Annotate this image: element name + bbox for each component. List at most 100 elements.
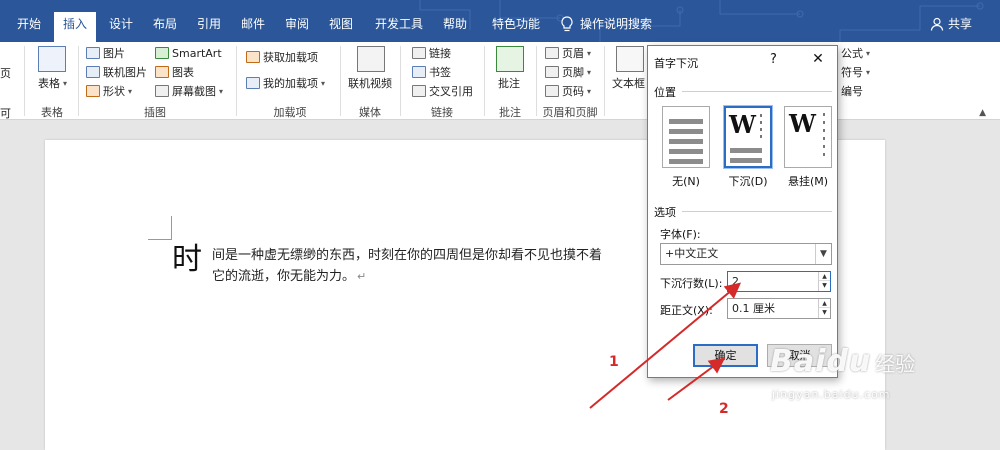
ok-button[interactable]: 确定 (693, 344, 758, 367)
position-none-label[interactable]: 无(N) (661, 173, 711, 189)
screenshot-icon (155, 85, 169, 97)
cross-reference-icon (412, 85, 426, 97)
pictures-button[interactable]: 图片 (86, 44, 125, 62)
online-picture-icon (86, 66, 100, 78)
margin-w-icon: W (789, 109, 816, 138)
group-label-addins: 加载项 (273, 106, 307, 119)
separator (340, 46, 341, 116)
header-button[interactable]: 页眉 ▾ (545, 44, 591, 62)
position-dropped-option[interactable]: W (724, 106, 772, 168)
spin-down-icon[interactable]: ▼ (819, 308, 830, 317)
lines-to-drop-value: 2 (732, 275, 739, 288)
symbol-label: 符号 (841, 66, 863, 79)
footer-label: 页脚 (562, 66, 584, 79)
position-none-option[interactable] (662, 106, 710, 168)
drop-cap-character[interactable]: 时 (172, 240, 202, 280)
tab-help[interactable]: 帮助 (436, 13, 474, 42)
smartart-button[interactable]: SmartArt (155, 44, 222, 62)
page-clipped-item[interactable]: 页 (0, 64, 11, 82)
tab-developer[interactable]: 开发工具 (370, 13, 428, 42)
margin-corner-mark (148, 216, 172, 240)
share-label: 共享 (947, 17, 972, 31)
header-label: 页眉 (562, 47, 584, 60)
get-addins-button[interactable]: 获取加载项 (246, 48, 318, 66)
font-value: +中文正文 (665, 247, 719, 260)
dash (823, 153, 825, 156)
comment-label: 批注 (498, 77, 520, 90)
screenshot-button[interactable]: 屏幕截图 ▾ (155, 82, 223, 100)
dash (823, 121, 825, 124)
chevron-down-icon: ▾ (587, 86, 592, 96)
chart-button[interactable]: 图表 (155, 63, 194, 81)
paragraph-line-1[interactable]: 间是一种虚无缥缈的东西，时刻在你的四周但是你却看不见也摸不着 (212, 244, 602, 263)
link-button[interactable]: 链接 (412, 44, 451, 62)
tab-review[interactable]: 审阅 (278, 13, 316, 42)
spin-down-icon[interactable]: ▼ (819, 281, 830, 290)
tab-insert[interactable]: 插入 (54, 12, 96, 42)
distance-from-text-input[interactable]: 0.1 厘米 ▲ ▼ (727, 298, 831, 319)
text-line (669, 149, 703, 154)
dash (760, 114, 762, 117)
spin-buttons: ▲ ▼ (818, 272, 830, 291)
footer-button[interactable]: 页脚 ▾ (545, 63, 591, 81)
ribbon-tab-bar: 开始 插入 设计 布局 引用 邮件 审阅 视图 开发工具 帮助 特色功能 操作说… (0, 0, 1000, 42)
share-button[interactable]: 共享 (930, 13, 972, 35)
tab-view[interactable]: 视图 (322, 13, 360, 42)
online-pictures-button[interactable]: 联机图片 (86, 63, 147, 81)
screenshot-label: 屏幕截图 (172, 85, 216, 98)
dropcap-w-icon: W (729, 110, 756, 139)
tab-design[interactable]: 设计 (102, 13, 140, 42)
chevron-down-icon: ▾ (587, 67, 592, 77)
addin-icon (246, 77, 260, 89)
page-number-button[interactable]: 页码 ▾ (545, 82, 591, 100)
tab-mailings[interactable]: 邮件 (234, 13, 272, 42)
dash (823, 137, 825, 140)
spin-up-icon[interactable]: ▲ (819, 272, 830, 281)
separator (400, 46, 401, 116)
line-1-text: 间是一种虚无缥缈的东西，时刻在你的四周但是你却看不见也摸不着 (212, 248, 603, 263)
textbox-button[interactable]: 文本框 (612, 74, 645, 92)
textbox-icon (616, 46, 644, 72)
collapse-ribbon-icon[interactable]: ▲ (979, 108, 986, 118)
font-select[interactable]: +中文正文 ▼ (660, 243, 832, 265)
watermark-url: jingyan.baidu.com (772, 388, 891, 401)
online-video-button[interactable]: 联机视频 (348, 74, 392, 92)
text-line (669, 159, 703, 164)
annotation-number-2: 2 (719, 401, 729, 417)
shapes-button[interactable]: 形状 ▾ (86, 82, 132, 100)
separator (78, 46, 79, 116)
online-video-label: 联机视频 (348, 77, 392, 90)
position-margin-option[interactable]: W (784, 106, 832, 168)
help-icon[interactable]: ? (770, 52, 777, 67)
close-icon[interactable]: ✕ (808, 49, 828, 69)
options-section-label: 选项 (654, 206, 676, 219)
tab-special-features[interactable]: 特色功能 (484, 13, 548, 42)
page-number-label: 页码 (562, 85, 584, 98)
paragraph-line-2[interactable]: 它的流逝，你无能为力。 ↵ (212, 265, 366, 284)
online-pictures-label: 联机图片 (103, 66, 147, 79)
chevron-down-icon: ▾ (587, 48, 592, 58)
my-addins-button[interactable]: 我的加载项 ▾ (246, 74, 325, 92)
bookmark-button[interactable]: 书签 (412, 63, 451, 81)
chevron-down-icon: ▾ (866, 48, 871, 58)
comment-button[interactable]: 批注 (498, 74, 520, 92)
text-line (730, 148, 762, 153)
position-margin-label[interactable]: 悬挂(M) (783, 173, 833, 189)
tab-home[interactable]: 开始 (10, 13, 48, 42)
paragraph-mark-icon: ↵ (357, 270, 367, 283)
dash (823, 145, 825, 148)
group-label-illustrations: 插图 (144, 106, 166, 119)
position-dropped-label[interactable]: 下沉(D) (723, 173, 773, 189)
chevron-down-icon[interactable]: ▼ (815, 244, 831, 264)
my-addins-label: 我的加载项 (263, 77, 318, 90)
lines-to-drop-input[interactable]: 2 ▲ ▼ (727, 271, 831, 292)
tab-references[interactable]: 引用 (190, 13, 228, 42)
spin-up-icon[interactable]: ▲ (819, 299, 830, 308)
tell-me-search[interactable]: 操作说明搜索 (560, 13, 652, 35)
tab-layout[interactable]: 布局 (146, 13, 184, 42)
dash (760, 128, 762, 131)
cross-reference-button[interactable]: 交叉引用 (412, 82, 473, 100)
table-button[interactable]: 表格 ▾ (38, 74, 67, 92)
spin-buttons: ▲ ▼ (818, 299, 830, 318)
ribbon-insert-panel: 页 可 表格 ▾ 表格 图片 联机图片 形状 ▾ SmartArt 图表 屏幕截图 ▾… (0, 42, 1000, 120)
